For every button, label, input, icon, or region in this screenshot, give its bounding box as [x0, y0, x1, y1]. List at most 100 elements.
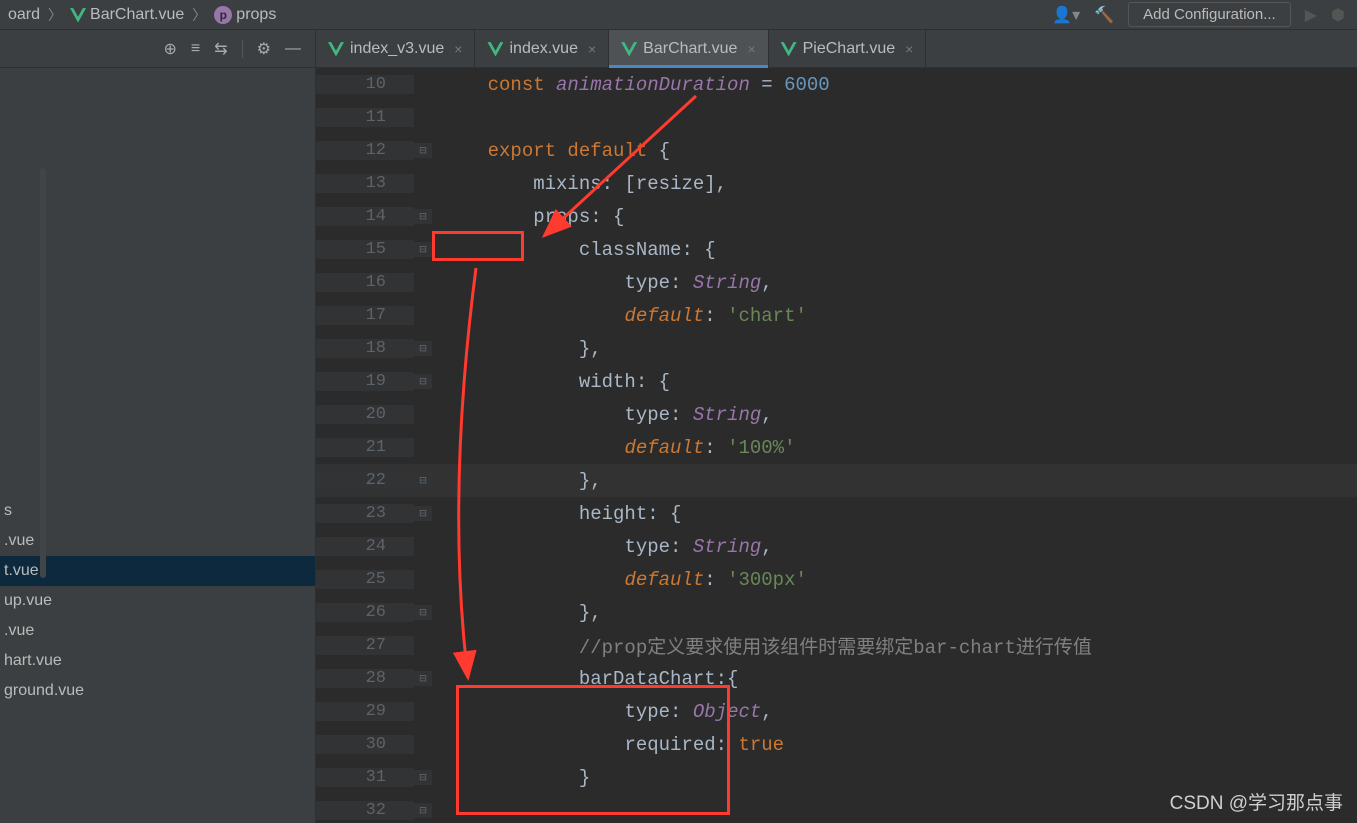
code-line[interactable]: 25 default: '300px': [316, 563, 1357, 596]
code-content: type: String,: [432, 404, 773, 426]
vue-icon: [70, 7, 86, 23]
line-number: 24: [316, 537, 414, 556]
fold-toggle-icon[interactable]: ⊟: [414, 242, 432, 257]
breadcrumb-item[interactable]: BarChart.vue: [70, 6, 184, 24]
code-area[interactable]: 10 const animationDuration = 6000 11 12⊟ e…: [316, 68, 1357, 823]
tree-item[interactable]: ground.vue: [0, 676, 315, 706]
code-line[interactable]: 28⊟ barDataChart:{: [316, 662, 1357, 695]
editor-tabs: index_v3.vue×index.vue×BarChart.vue×PieC…: [316, 30, 1357, 68]
fold-toggle-icon[interactable]: ⊟: [414, 209, 432, 224]
divider: [242, 40, 243, 58]
vue-icon: [328, 41, 344, 57]
line-number: 22: [316, 471, 414, 490]
breadcrumb-label: BarChart.vue: [90, 6, 184, 24]
project-tree[interactable]: s.vuet.vueup.vue.vuehart.vueground.vue: [0, 68, 315, 823]
breadcrumb-item[interactable]: p props: [214, 6, 276, 24]
fold-toggle-icon[interactable]: ⊟: [414, 341, 432, 356]
code-line[interactable]: 22⊟ },: [316, 464, 1357, 497]
fold-toggle-icon[interactable]: ⊟: [414, 770, 432, 785]
code-line[interactable]: 24 type: String,: [316, 530, 1357, 563]
code-line[interactable]: 27 //prop定义要求使用该组件时需要绑定bar-chart进行传值: [316, 629, 1357, 662]
line-number: 27: [316, 636, 414, 655]
line-number: 10: [316, 75, 414, 94]
line-number: 29: [316, 702, 414, 721]
line-number: 19: [316, 372, 414, 391]
code-line[interactable]: 23⊟ height: {: [316, 497, 1357, 530]
line-number: 15: [316, 240, 414, 259]
sidebar-toolbar: ⊕ ≡ ⇆ ⚙ —: [0, 30, 315, 68]
editor-tab[interactable]: BarChart.vue ×: [609, 30, 768, 67]
code-content: required: true: [432, 734, 784, 756]
code-line[interactable]: 11: [316, 101, 1357, 134]
code-content: },: [432, 338, 602, 360]
code-content: default: 'chart': [432, 305, 807, 327]
close-icon[interactable]: ×: [747, 41, 755, 57]
hammer-icon[interactable]: 🔨: [1094, 5, 1114, 25]
tree-item[interactable]: s: [0, 496, 315, 526]
code-line[interactable]: 12⊟ export default {: [316, 134, 1357, 167]
tree-item[interactable]: .vue: [0, 526, 315, 556]
vue-icon: [487, 41, 503, 57]
code-content: type: Object,: [432, 701, 773, 723]
fold-toggle-icon[interactable]: ⊟: [414, 374, 432, 389]
tree-item[interactable]: t.vue: [0, 556, 315, 586]
code-line[interactable]: 17 default: 'chart': [316, 299, 1357, 332]
code-line[interactable]: 19⊟ width: {: [316, 365, 1357, 398]
close-icon[interactable]: ×: [905, 41, 913, 57]
minimize-icon[interactable]: —: [285, 40, 301, 58]
editor-tab[interactable]: index_v3.vue×: [316, 30, 475, 67]
fold-toggle-icon[interactable]: ⊟: [414, 473, 432, 488]
topbar-actions: 👤▾ 🔨 Add Configuration... ▶ ⬢: [1052, 2, 1349, 27]
code-line[interactable]: 20 type: String,: [316, 398, 1357, 431]
code-content: const animationDuration = 6000: [432, 74, 830, 96]
editor-tab[interactable]: PieChart.vue×: [769, 30, 927, 67]
line-number: 16: [316, 273, 414, 292]
fold-toggle-icon[interactable]: ⊟: [414, 506, 432, 521]
fold-toggle-icon[interactable]: ⊟: [414, 671, 432, 686]
fold-toggle-icon[interactable]: ⊟: [414, 803, 432, 818]
code-line[interactable]: 29 type: Object,: [316, 695, 1357, 728]
code-line[interactable]: 10 const animationDuration = 6000: [316, 68, 1357, 101]
expand-icon[interactable]: ⇆: [214, 39, 227, 59]
editor-tab[interactable]: index.vue×: [475, 30, 609, 67]
code-content: width: {: [432, 371, 670, 393]
user-icon[interactable]: 👤▾: [1052, 5, 1080, 25]
tree-item[interactable]: up.vue: [0, 586, 315, 616]
collapse-icon[interactable]: ≡: [191, 40, 200, 58]
code-content: default: '300px': [432, 569, 807, 591]
line-number: 18: [316, 339, 414, 358]
add-configuration-button[interactable]: Add Configuration...: [1128, 2, 1291, 27]
gear-icon[interactable]: ⚙: [257, 39, 271, 59]
code-line[interactable]: 21 default: '100%': [316, 431, 1357, 464]
fold-toggle-icon[interactable]: ⊟: [414, 143, 432, 158]
close-icon[interactable]: ×: [588, 41, 596, 57]
code-content: },: [432, 602, 602, 624]
code-line[interactable]: 13 mixins: [resize],: [316, 167, 1357, 200]
line-number: 14: [316, 207, 414, 226]
line-number: 31: [316, 768, 414, 787]
code-line[interactable]: 30 required: true: [316, 728, 1357, 761]
code-line[interactable]: 15⊟ className: {: [316, 233, 1357, 266]
chevron-right-icon: [44, 5, 66, 25]
breadcrumb-label: props: [236, 6, 276, 24]
code-content: default: '100%': [432, 437, 796, 459]
line-number: 17: [316, 306, 414, 325]
code-line[interactable]: 14⊟ props: {: [316, 200, 1357, 233]
code-line[interactable]: 26⊟ },: [316, 596, 1357, 629]
code-line[interactable]: 18⊟ },: [316, 332, 1357, 365]
close-icon[interactable]: ×: [454, 41, 462, 57]
scrollbar-thumb[interactable]: [40, 168, 46, 578]
tree-item[interactable]: hart.vue: [0, 646, 315, 676]
line-number: 28: [316, 669, 414, 688]
fold-toggle-icon[interactable]: ⊟: [414, 605, 432, 620]
run-icon[interactable]: ▶: [1305, 5, 1317, 25]
tab-label: BarChart.vue: [643, 40, 737, 58]
line-number: 11: [316, 108, 414, 127]
breadcrumb-item[interactable]: oard: [8, 6, 40, 24]
breadcrumb: oard BarChart.vue p props: [8, 5, 1052, 25]
code-line[interactable]: 16 type: String,: [316, 266, 1357, 299]
tree-item[interactable]: .vue: [0, 616, 315, 646]
debug-icon[interactable]: ⬢: [1331, 5, 1345, 25]
target-icon[interactable]: ⊕: [164, 39, 177, 59]
code-content: type: String,: [432, 272, 773, 294]
